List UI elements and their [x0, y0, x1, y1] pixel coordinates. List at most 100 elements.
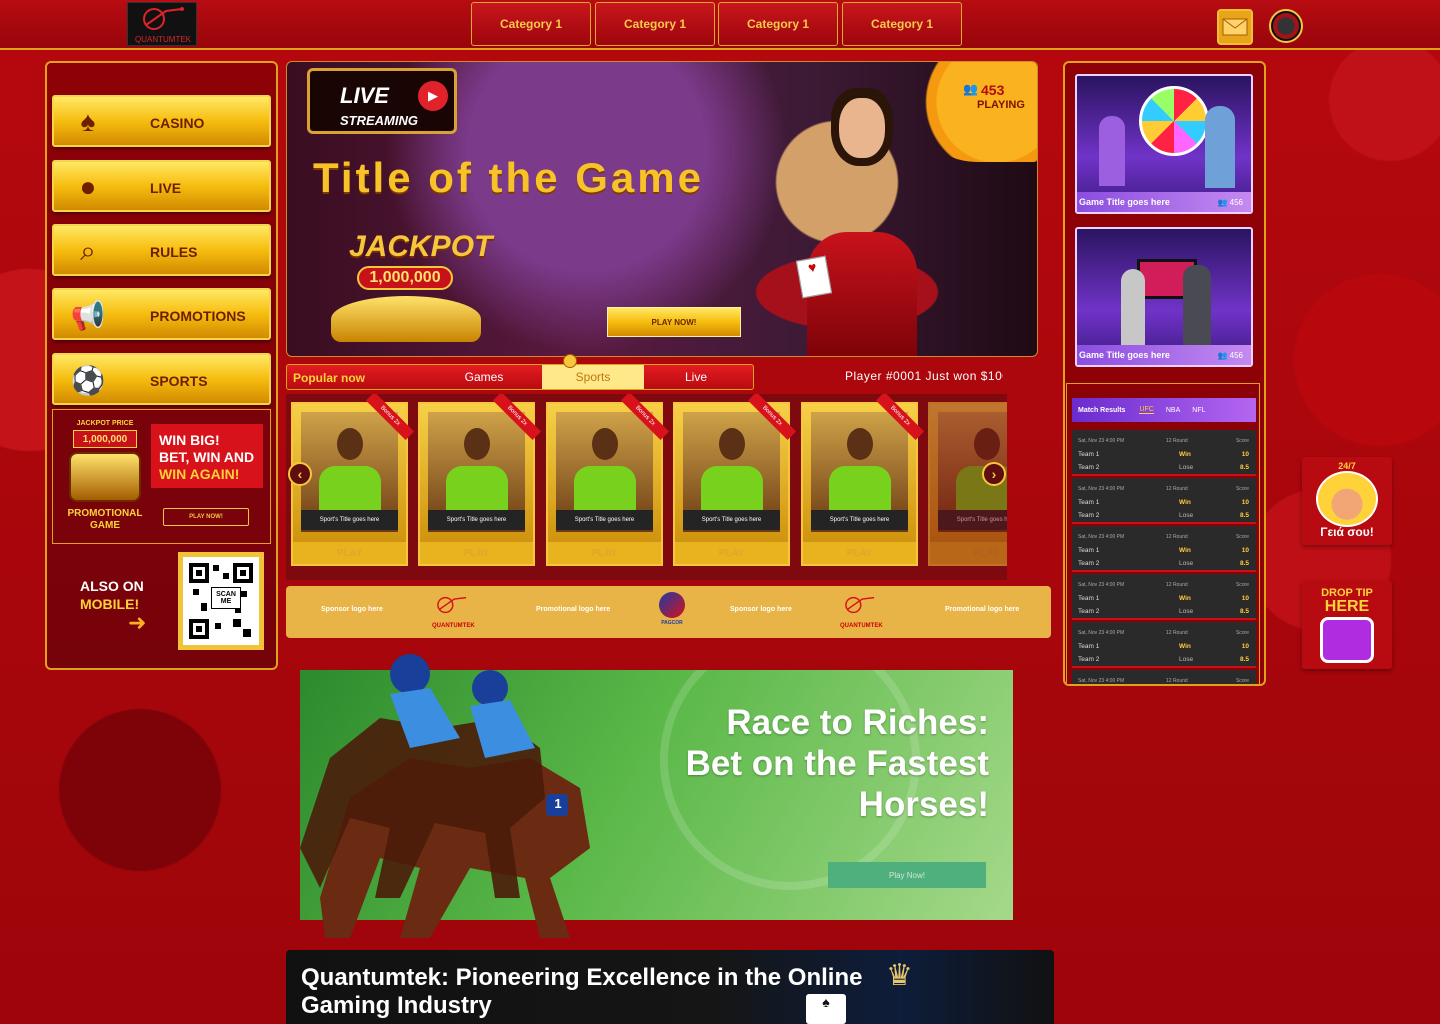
category-button-4[interactable]: Category 1 [842, 2, 962, 46]
promotional-game-label: PROMOTIONAL GAME [67, 508, 143, 531]
carousel-next-arrow-icon[interactable]: › [982, 462, 1006, 486]
sport-card-play-button[interactable]: PLAY [675, 542, 788, 564]
live-badge-icon: ● [79, 171, 97, 202]
match-row[interactable]: Sat, Nov 23 4:00 PM 12 Round Score Team 1T… [1072, 574, 1256, 620]
tab-games[interactable]: Games [433, 365, 535, 389]
sport-card-play-button[interactable]: PLAY [803, 542, 916, 564]
support-chat-widget[interactable]: 24/7 Γειά σου! [1302, 457, 1392, 545]
promotional-game-banner[interactable]: JACKPOT PRICE 1,000,000 PROMOTIONAL GAME… [52, 409, 271, 544]
tab-nfl[interactable]: NFL [1192, 407, 1205, 414]
sport-card-play-button[interactable]: PLAY [420, 542, 533, 564]
sidebar-item-casino[interactable]: ♠ CASINO [52, 95, 271, 147]
pagcor-mark-icon [659, 592, 685, 618]
logo-mark-icon [437, 596, 467, 614]
coin-icon [563, 354, 577, 368]
tab-sports[interactable]: Sports [542, 365, 644, 389]
racehorses-image: 1 [290, 648, 640, 944]
tab-ufc[interactable]: UFC [1139, 406, 1154, 414]
sport-card-title: Sport's Title goes here [811, 510, 908, 530]
sports-cards-carousel: Sport's Title goes here Bonus 2x PLAY Sp… [286, 394, 1007, 580]
match-row[interactable]: Sat, Nov 23 4:00 PM 12 Round Score Team 1T… [1072, 430, 1256, 476]
quantumtek-sponsor-logo: QUANTUMTEK [840, 592, 900, 632]
mail-button[interactable] [1217, 9, 1253, 45]
treasure-chest-icon: JACKPOT PRICE 1,000,000 PROMOTIONAL GAME [65, 420, 145, 531]
carousel-prev-arrow-icon[interactable]: ‹ [288, 462, 312, 486]
popular-now-label: Popular now [293, 371, 365, 385]
playing-card-icon: ♥ [795, 255, 833, 299]
sidebar-item-live[interactable]: ● LIVE [52, 160, 271, 212]
sponsor-logo-text: QUANTUMTEK [840, 623, 883, 629]
saddle-number: 1 [554, 796, 562, 811]
match-row[interactable]: Sat, Nov 23 4:00 PM 12 Round Score Team 1T… [1072, 526, 1256, 572]
sidebar-item-label: CASINO [150, 115, 205, 131]
drop-tip-line-2: HERE [1324, 598, 1370, 615]
sport-card[interactable]: Sport's Title goes here Bonus 2x PLAY [291, 394, 415, 566]
quantumtek-sponsor-logo: QUANTUMTEK [432, 592, 492, 632]
megaphone-icon: 📢 [70, 299, 106, 331]
promotional-logo-placeholder: Promotional logo here [945, 606, 1020, 613]
playing-card-icon: ♠ [80, 106, 96, 137]
pagcor-text: PAGCOR [661, 620, 683, 626]
sport-card[interactable]: Sport's Title goes here Bonus 2x PLAY [673, 394, 797, 566]
qr-code[interactable]: SCAN ME [178, 552, 264, 650]
sport-card[interactable]: Sport's Title goes here Bonus 2x PLAY [546, 394, 670, 566]
tab-live[interactable]: Live [645, 365, 747, 389]
chest-shape [69, 452, 141, 502]
dealer-face [839, 98, 885, 158]
race-headline: Race to Riches: Bet on the Fastest Horse… [686, 702, 989, 825]
support-agent-icon [1316, 471, 1378, 527]
user-avatar[interactable] [1269, 9, 1303, 43]
prize-wheel-icon [1139, 86, 1209, 156]
racehorse-icon [300, 654, 590, 938]
hero-banner[interactable]: LIVE STREAMING ▶ Title of the Game JACKP… [286, 61, 1038, 357]
sidebar-item-rules[interactable]: ⌕ RULES [52, 224, 271, 276]
live-streaming-badge: LIVE STREAMING ▶ [307, 68, 457, 134]
sponsor-logo-placeholder: Sponsor logo here [730, 606, 792, 613]
quantumtek-logo[interactable]: QUANTUMTEK [127, 2, 197, 46]
live-game-tile[interactable]: Game Title goes here 👥 456 [1075, 74, 1253, 214]
sponsor-logo-text: QUANTUMTEK [432, 623, 475, 629]
sport-card-play-button[interactable]: PLAY [293, 542, 406, 564]
race-line-2: Bet on the Fastest [685, 744, 989, 783]
win-line-1: WIN BIG! [159, 432, 220, 448]
crown-icon: ♛ [886, 959, 913, 992]
sidebar-item-sports[interactable]: ⚽ SPORTS [52, 353, 271, 405]
arrow-right-icon: ➜ [128, 610, 147, 635]
playing-count: 453 [981, 82, 1005, 98]
sport-card[interactable]: Sport's Title goes here Bonus 2x PLAY [801, 394, 925, 566]
jackpot-value: 1,000,000 [357, 266, 453, 290]
jackpot-price-value: 1,000,000 [73, 430, 137, 448]
host-right [1183, 265, 1211, 345]
jackpot-graphic: JACKPOT 1,000,000 [323, 222, 492, 342]
sidebar-item-promotions[interactable]: 📢 PROMOTIONS [52, 288, 271, 340]
scan-me-label: SCAN ME [211, 587, 241, 609]
logo-mark-icon [845, 596, 875, 614]
match-row[interactable]: Sat, Nov 23 4:00 PM 12 Round Score Team 1T… [1072, 478, 1256, 524]
category-button-3[interactable]: Category 1 [718, 2, 838, 46]
host-left [1099, 116, 1125, 186]
hero-play-now-button[interactable]: PLAY NOW! [607, 307, 741, 337]
race-play-now-button[interactable]: Play Now! [828, 862, 986, 888]
tab-nba[interactable]: NBA [1166, 407, 1180, 414]
playing-card-icon: ♠ [806, 994, 846, 1024]
sponsor-logo-placeholder: Sponsor logo here [321, 606, 383, 613]
host-left [1121, 269, 1145, 345]
sport-card-play-button[interactable]: PLAY [548, 542, 661, 564]
match-results-panel: Match Results UFC NBA NFL Sat, Nov 23 4:… [1066, 383, 1260, 685]
top-navigation-bar: QUANTUMTEK Category 1 Category 1 Categor… [0, 0, 1440, 50]
mobile-app-promo: ALSO ON MOBILE! ➜ SCAN ME [52, 550, 271, 660]
win-line-3: WIN AGAIN! [159, 466, 240, 482]
drop-tip-widget[interactable]: DROP TIP HERE [1302, 581, 1392, 669]
match-row[interactable]: Sat, Nov 23 4:00 PM 12 Round Score Team 1T… [1072, 622, 1256, 668]
match-results-title: Match Results [1078, 406, 1126, 414]
category-button-1[interactable]: Category 1 [471, 2, 591, 46]
sponsor-strip: Sponsor logo here QUANTUMTEK Promotional… [286, 586, 1051, 638]
sport-card[interactable]: Sport's Title goes here Bonus 2x PLAY [418, 394, 542, 566]
news-banner[interactable]: Quantumtek: Pioneering Excellence in the… [286, 950, 1054, 1024]
sport-card-play-button[interactable]: PLAY [930, 542, 1007, 564]
live-game-tile[interactable]: Game Title goes here 👥 456 [1075, 227, 1253, 367]
promo-play-now-button[interactable]: PLAY NOW! [163, 508, 249, 526]
match-row[interactable]: Sat, Nov 23 4:00 PM 12 Round Score [1072, 670, 1256, 684]
category-button-2[interactable]: Category 1 [595, 2, 715, 46]
hero-title: Title of the Game [313, 154, 704, 201]
